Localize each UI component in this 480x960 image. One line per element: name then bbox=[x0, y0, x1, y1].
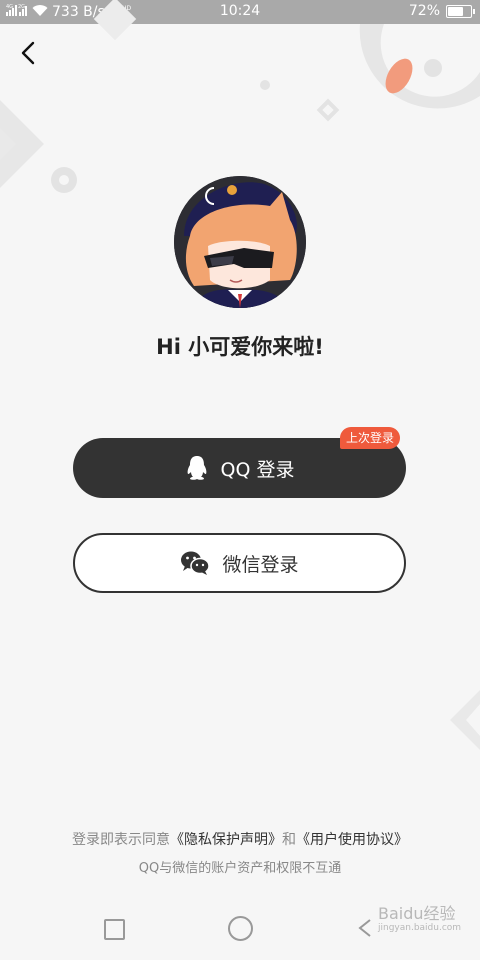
agreement-conjunction: 和 bbox=[282, 832, 296, 848]
anime-avatar-image bbox=[174, 176, 306, 308]
wechat-icon bbox=[181, 551, 211, 575]
agreement-text: 登录即表示同意《隐私保护声明》和《用户使用协议》 bbox=[0, 829, 480, 849]
qq-login-label: QQ 登录 bbox=[220, 458, 295, 481]
battery-percent: 72% bbox=[408, 3, 440, 19]
account-note: QQ与微信的账户资产和权限不互通 bbox=[138, 861, 342, 876]
home-button[interactable] bbox=[228, 916, 253, 941]
avatar bbox=[174, 176, 306, 308]
battery-icon bbox=[446, 4, 475, 18]
privacy-policy-link[interactable]: 《隐私保护声明》 bbox=[170, 832, 282, 848]
back-button[interactable] bbox=[14, 38, 44, 68]
status-bar: 4G 2G 733 B/s HD 10:24 72% bbox=[0, 0, 480, 24]
nav-back-icon[interactable] bbox=[354, 917, 376, 939]
last-login-badge: 上次登录 bbox=[340, 427, 401, 449]
qq-penguin-icon bbox=[187, 456, 206, 480]
chevron-left-icon bbox=[21, 41, 35, 65]
agreement-prefix: 登录即表示同意 bbox=[72, 832, 170, 848]
wechat-login-button[interactable]: 微信登录 bbox=[73, 533, 406, 593]
baidu-watermark: Baidu经验 jingyan.baidu.com bbox=[378, 904, 462, 935]
user-agreement-link[interactable]: 《用户使用协议》 bbox=[296, 832, 408, 848]
watermark-line1: Baidu经验 bbox=[378, 904, 456, 923]
watermark-line2: jingyan.baidu.com bbox=[378, 923, 462, 933]
wechat-login-label: 微信登录 bbox=[222, 553, 299, 576]
greeting-title: Hi 小可爱你来啦! bbox=[156, 335, 324, 359]
recent-apps-button[interactable] bbox=[104, 919, 125, 940]
status-right: 72% bbox=[408, 3, 475, 19]
